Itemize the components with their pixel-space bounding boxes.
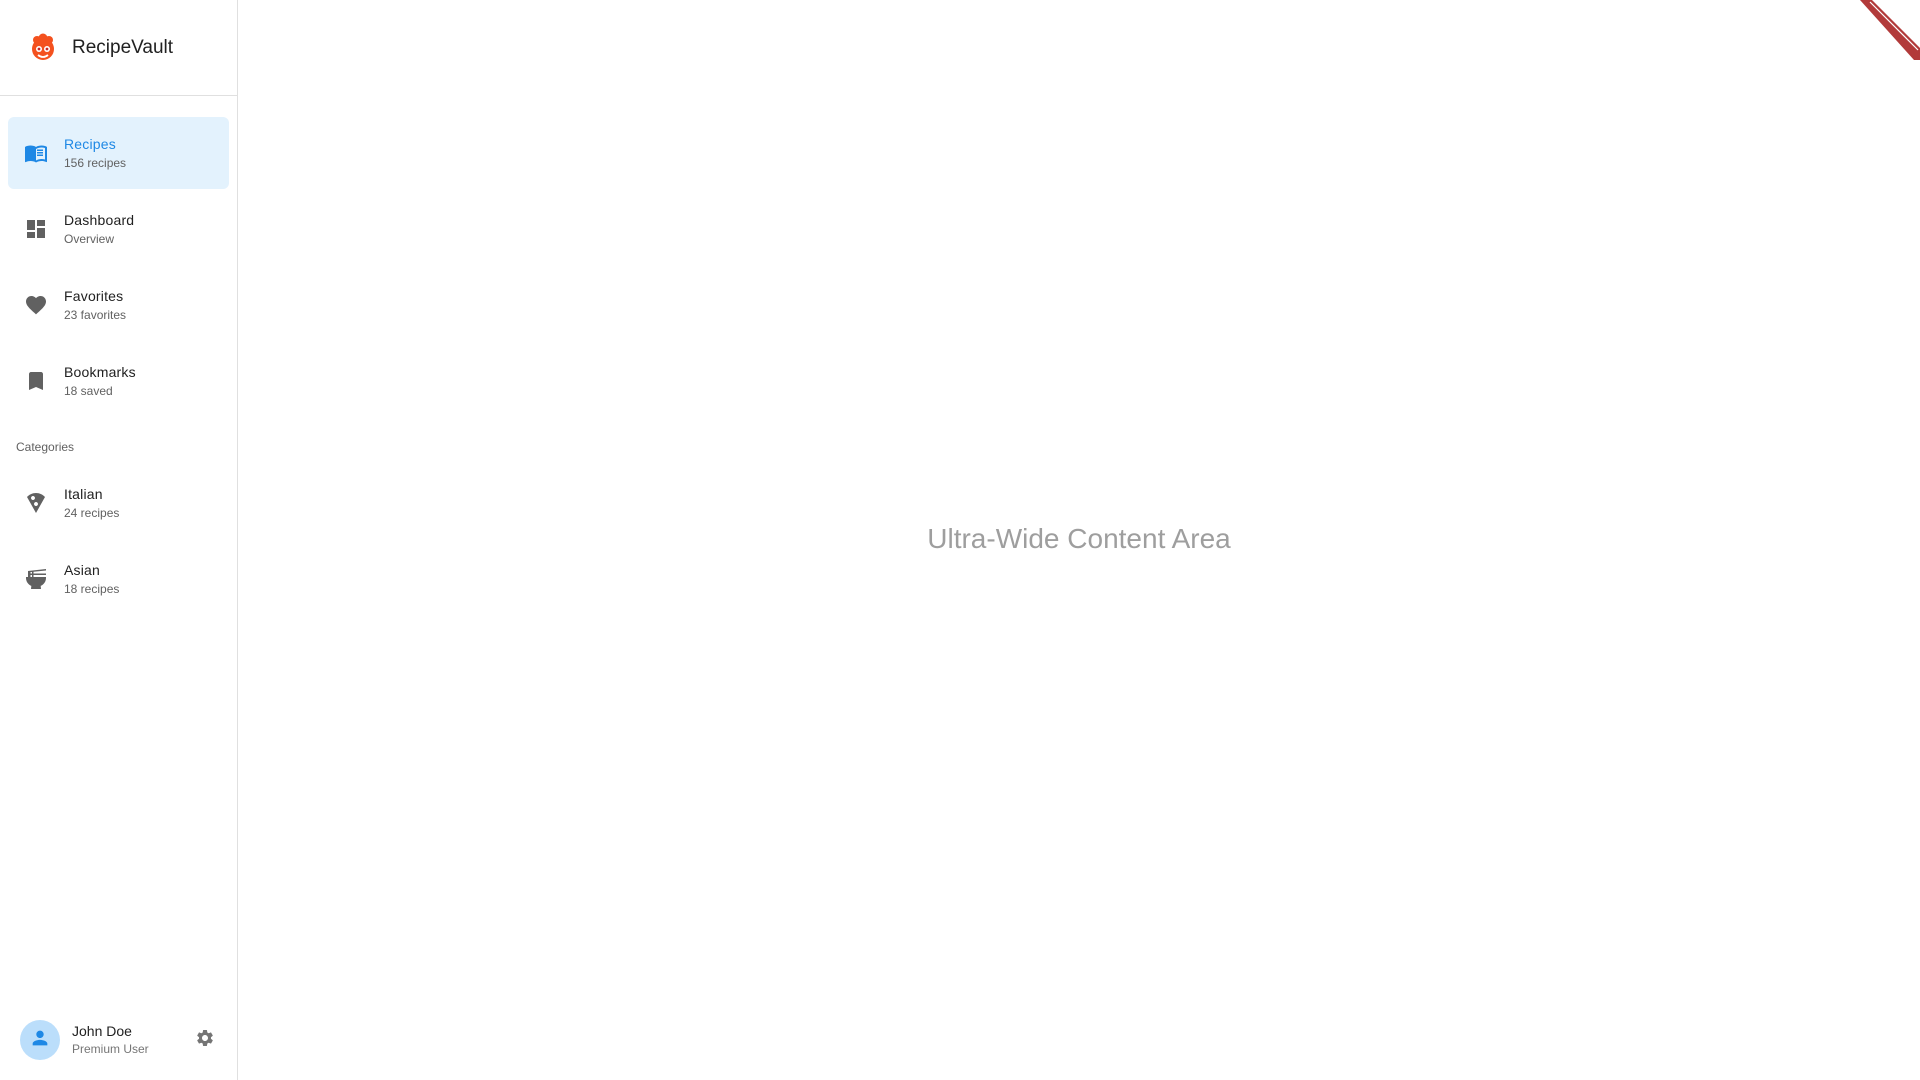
avatar[interactable] xyxy=(20,1020,60,1060)
sidebar: RecipeVault Recipes 156 recipes Dashboar… xyxy=(0,0,238,1080)
sidebar-item-favorites[interactable]: Favorites 23 favorites xyxy=(8,269,229,341)
sidebar-item-label: Recipes xyxy=(64,136,116,152)
user-profile: John Doe Premium User xyxy=(0,1001,237,1079)
sidebar-item-label: Italian xyxy=(64,486,103,502)
dashboard-icon xyxy=(24,217,48,241)
heart-icon xyxy=(24,293,48,317)
settings-button[interactable] xyxy=(193,1028,217,1052)
sidebar-item-count: 18 saved xyxy=(64,384,113,398)
brand-header: RecipeVault xyxy=(0,0,237,96)
sidebar-item-dashboard[interactable]: Dashboard Overview xyxy=(8,193,229,265)
sidebar-item-italian[interactable]: Italian 24 recipes xyxy=(8,467,229,539)
sidebar-item-count: 23 favorites xyxy=(64,308,127,322)
pizza-icon xyxy=(24,491,48,515)
sidebar-item-count: 156 recipes xyxy=(64,156,127,170)
sidebar-item-label: Bookmarks xyxy=(64,364,136,380)
ramen-bowl-icon xyxy=(24,567,48,591)
app-root: RecipeVault Recipes 156 recipes Dashboar… xyxy=(0,0,1920,1080)
sidebar-item-count: 18 recipes xyxy=(64,582,120,596)
categories-heading: Categories xyxy=(16,440,75,454)
sidebar-item-label: Asian xyxy=(64,562,101,578)
corner-ribbon-icon xyxy=(1860,0,1920,60)
user-name: John Doe xyxy=(72,1023,132,1039)
person-icon xyxy=(29,1027,51,1054)
sidebar-item-count: Overview xyxy=(64,232,115,246)
sidebar-item-label: Favorites xyxy=(64,288,124,304)
content-area-title: Ultra-Wide Content Area xyxy=(927,523,1231,554)
bookmark-icon xyxy=(24,369,48,393)
sidebar-item-bookmarks[interactable]: Bookmarks 18 saved xyxy=(8,345,229,417)
main-content: Ultra-Wide Content Area xyxy=(238,0,1920,1080)
sidebar-item-asian[interactable]: Asian 18 recipes xyxy=(8,543,229,615)
sidebar-item-count: 24 recipes xyxy=(64,506,120,520)
app-name: RecipeVault xyxy=(72,36,174,58)
user-role: Premium User xyxy=(72,1042,149,1056)
sidebar-item-label: Dashboard xyxy=(64,212,135,228)
menu-book-icon xyxy=(24,141,48,165)
sidebar-nav: Recipes 156 recipes Dashboard Overview F… xyxy=(0,96,237,1001)
gear-icon xyxy=(195,1028,215,1053)
sidebar-item-recipes[interactable]: Recipes 156 recipes xyxy=(8,117,229,189)
chef-logo-icon xyxy=(28,33,58,63)
